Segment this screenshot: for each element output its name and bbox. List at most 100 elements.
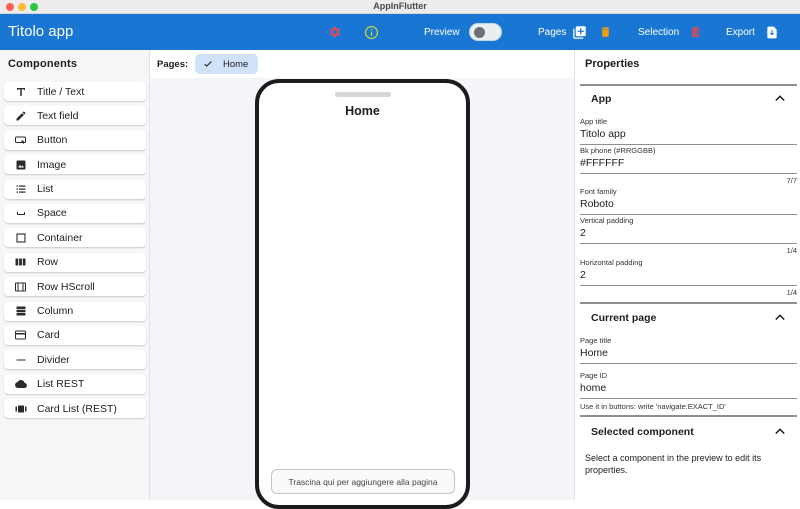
component-item-label: Column: [37, 305, 74, 318]
font-family-field-value[interactable]: Roboto: [580, 198, 614, 210]
horizontal-padding-field-value[interactable]: 2: [580, 269, 586, 281]
horizontal-padding-counter: 1/4: [786, 288, 797, 297]
component-item-row-hscroll[interactable]: Row HScroll: [4, 277, 146, 297]
canvas-area: Pages: Home Home Trascina qui per aggiun…: [150, 50, 574, 509]
gear-icon: [329, 26, 341, 38]
vertical-padding-counter: 1/4: [786, 246, 797, 255]
trash-icon: [601, 27, 609, 37]
check-icon: [203, 59, 213, 69]
chevron-up-icon: [775, 95, 785, 102]
component-item-column[interactable]: Column: [4, 301, 146, 321]
component-item-label: Card List (REST): [37, 402, 117, 415]
chevron-up-icon: [775, 314, 785, 321]
component-item-label: List: [37, 183, 54, 196]
info-icon: [364, 25, 378, 39]
app-title-field-label: App title: [580, 117, 608, 126]
add-page-button[interactable]: [570, 23, 588, 41]
drop-zone[interactable]: Trascina qui per aggiungere alla pagina: [271, 469, 455, 494]
component-item-row[interactable]: Row: [4, 252, 146, 272]
delete-selection-button[interactable]: [686, 23, 704, 41]
component-item-label: Button: [37, 134, 68, 147]
button-icon: [13, 133, 28, 148]
window-title: AppInFlutter: [373, 1, 427, 11]
preview-toggle[interactable]: [469, 23, 502, 41]
title-icon: [13, 84, 28, 99]
delete-page-button[interactable]: [596, 23, 614, 41]
export-button[interactable]: [763, 23, 781, 41]
phone-notch: [334, 92, 391, 97]
page-id-field-value[interactable]: home: [580, 382, 606, 394]
component-item-text-field[interactable]: Text field: [4, 106, 146, 126]
app-title: Titolo app: [8, 23, 74, 40]
component-item-button[interactable]: Button: [4, 130, 146, 150]
component-item-title-text[interactable]: Title / Text: [4, 82, 146, 101]
page-id-field-label: Page ID: [580, 371, 608, 380]
component-item-label: Space: [37, 207, 67, 220]
preview-page-title: Home: [345, 104, 380, 118]
download-file-icon: [767, 26, 777, 38]
page-id-hint: Use it in buttons: write 'navigate:EXACT…: [580, 402, 726, 411]
selected-component-message: Select a component in the preview to edi…: [585, 453, 762, 475]
component-item-card[interactable]: Card: [4, 325, 146, 345]
section-divider: [580, 302, 797, 304]
trash-icon: [691, 27, 699, 37]
cloud-icon: [13, 377, 28, 392]
page-title-field-value[interactable]: Home: [580, 347, 608, 359]
components-heading: Components: [8, 58, 78, 70]
component-item-list[interactable]: List: [4, 179, 146, 199]
app-title-field-value[interactable]: Titolo app: [580, 128, 626, 140]
component-item-label: Text field: [37, 109, 79, 122]
current-page-section-header[interactable]: Current page: [580, 305, 797, 331]
app-bar: Titolo app Preview Pages Selection Expor…: [0, 14, 800, 50]
bk-phone-field-label: Bk phone (#RRGGBB): [580, 146, 656, 155]
component-item-card-list-rest[interactable]: Card List (REST): [4, 399, 146, 419]
column-icon: [13, 304, 28, 319]
pages-label: Pages: [538, 27, 567, 38]
image-icon: [13, 157, 28, 172]
app-section-header[interactable]: App: [580, 86, 797, 112]
pages-bar: Pages: Home: [150, 50, 574, 78]
component-item-image[interactable]: Image: [4, 155, 146, 175]
vertical-padding-field-value[interactable]: 2: [580, 227, 586, 239]
field-underline: [580, 214, 797, 215]
preview-toggle-knob: [474, 27, 485, 38]
properties-heading: Properties: [585, 58, 640, 70]
add-page-icon: [572, 25, 586, 39]
component-item-label: Row: [37, 256, 59, 269]
app-section-title: App: [591, 93, 612, 105]
field-underline: [580, 363, 797, 364]
component-item-label: Container: [37, 231, 83, 244]
bk-phone-counter: 7/7: [786, 176, 797, 185]
info-button[interactable]: [362, 23, 380, 41]
settings-button[interactable]: [326, 23, 344, 41]
component-item-label: Title / Text: [37, 85, 85, 98]
field-underline: [580, 398, 797, 399]
card-icon: [13, 328, 28, 343]
component-item-list-rest[interactable]: List REST: [4, 374, 146, 394]
bk-phone-field-value[interactable]: #FFFFFF: [580, 157, 624, 169]
component-item-label: Image: [37, 158, 67, 171]
preview-label: Preview: [424, 27, 460, 38]
page-title-field-label: Page title: [580, 336, 612, 345]
component-item-space[interactable]: Space: [4, 203, 146, 223]
pages-bar-label: Pages:: [157, 59, 189, 70]
phone-preview[interactable]: Home Trascina qui per aggiungere alla pa…: [255, 79, 470, 509]
pencil-icon: [13, 108, 28, 123]
current-page-section-title: Current page: [591, 312, 657, 324]
component-item-label: List REST: [37, 378, 85, 391]
vertical-padding-field-label: Vertical padding: [580, 216, 634, 225]
section-divider: [580, 415, 797, 417]
components-list: Title / Text Text field Button Image List Spa…: [4, 82, 146, 423]
field-underline: [580, 243, 797, 244]
component-item-label: Row HScroll: [37, 280, 95, 293]
component-item-container[interactable]: Container: [4, 228, 146, 248]
component-item-divider[interactable]: Divider: [4, 350, 146, 370]
container-icon: [13, 230, 28, 245]
selected-component-section-header[interactable]: Selected component: [580, 419, 797, 445]
horizontal-padding-field-label: Horizontal padding: [580, 258, 643, 267]
field-underline: [580, 173, 797, 174]
properties-panel: Properties App App title Titolo app Bk p…: [574, 50, 800, 500]
components-panel: Components Title / Text Text field Button I…: [0, 50, 150, 500]
page-chip-home[interactable]: Home: [195, 54, 258, 74]
list-icon: [13, 182, 28, 197]
